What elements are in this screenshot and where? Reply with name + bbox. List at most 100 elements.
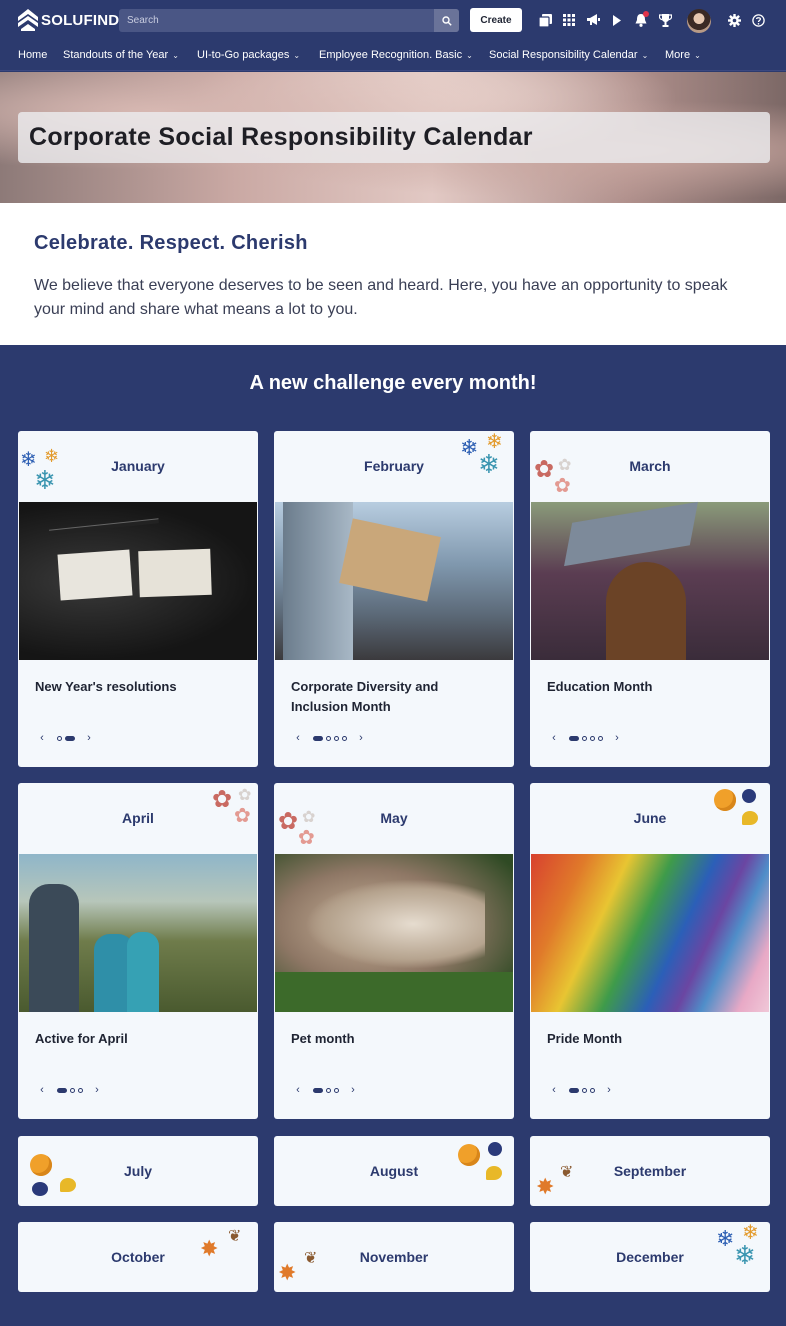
- chevron-left-icon[interactable]: ‹: [35, 1084, 49, 1096]
- month-card-may[interactable]: ✿ ✿ ✿ May Pet month ‹ ›: [274, 783, 514, 1119]
- carousel-dot[interactable]: [589, 735, 595, 741]
- chevron-down-icon: ⌄: [641, 51, 649, 60]
- carousel-dot[interactable]: [64, 735, 75, 741]
- section-title: A new challenge every month!: [249, 372, 537, 394]
- logo-text: SOLUFIND: [41, 11, 120, 29]
- month-card-september[interactable]: ✸ ❦ September: [530, 1136, 770, 1206]
- nav-item-employee-recognition[interactable]: Employee Recognition. Basic ⌄: [319, 49, 473, 61]
- card-title[interactable]: New Year's resolutions: [35, 677, 235, 697]
- nav-item-ui-to-go[interactable]: UI-to-Go packages ⌄: [197, 49, 300, 61]
- equality-diversity-photo: [275, 502, 513, 660]
- month-card-march[interactable]: ✿ ✿ ✿ March Education Month ‹ ›: [530, 431, 770, 767]
- carousel-dot[interactable]: [333, 735, 339, 741]
- nav-item-more[interactable]: More ⌄: [665, 49, 701, 61]
- month-card-august[interactable]: August: [274, 1136, 514, 1206]
- search-button[interactable]: [434, 9, 459, 32]
- month-label: February: [364, 458, 424, 474]
- chevron-down-icon: ⌄: [172, 51, 179, 60]
- carousel-dot[interactable]: [69, 1087, 75, 1093]
- carousel-dot[interactable]: [333, 1087, 339, 1093]
- chevron-right-icon[interactable]: ›: [602, 1084, 616, 1096]
- chevron-left-icon[interactable]: ‹: [291, 1084, 305, 1096]
- month-card-july[interactable]: July: [18, 1136, 258, 1206]
- user-avatar[interactable]: [687, 9, 711, 33]
- month-label: June: [633, 810, 667, 826]
- trophy-icon[interactable]: [657, 12, 673, 28]
- graduation-photo: [531, 501, 769, 660]
- carousel-dot[interactable]: [597, 735, 603, 741]
- month-card-december[interactable]: ❄ ❄ ❄ December: [530, 1222, 770, 1292]
- nav-item-home[interactable]: Home: [18, 49, 47, 61]
- gear-icon[interactable]: [726, 12, 742, 28]
- carousel-dot[interactable]: [312, 735, 323, 741]
- banner-title-box: Corporate Social Responsibility Calendar: [18, 112, 770, 163]
- logo-icon: [18, 9, 38, 31]
- chevron-left-icon[interactable]: ‹: [547, 1084, 561, 1096]
- chevron-down-icon: ⌄: [466, 51, 473, 60]
- hiking-photo: [19, 854, 257, 1012]
- pages-icon[interactable]: [537, 12, 553, 28]
- carousel-dot[interactable]: [56, 1087, 67, 1093]
- month-card-february[interactable]: ❄ ❄ ❄ February Corporate Diversity and I…: [274, 431, 514, 767]
- apps-grid-icon[interactable]: [561, 12, 577, 28]
- card-title[interactable]: Active for April: [35, 1029, 235, 1049]
- chevron-right-icon[interactable]: ›: [90, 1084, 104, 1096]
- month-label: December: [616, 1249, 684, 1265]
- month-card-april[interactable]: ✿ ✿ ✿ April Active for April ‹ ›: [18, 783, 258, 1119]
- help-icon[interactable]: [750, 12, 766, 28]
- chevron-left-icon[interactable]: ‹: [547, 732, 561, 744]
- carousel-pager: ‹ ›: [291, 1083, 360, 1097]
- carousel-dot[interactable]: [325, 735, 331, 741]
- logo[interactable]: SOLUFIND: [18, 9, 119, 31]
- carousel-pager: ‹ ›: [35, 731, 96, 745]
- carousel-dot[interactable]: [325, 1087, 331, 1093]
- month-card-november[interactable]: ✸ ❦ November: [274, 1222, 514, 1292]
- card-title[interactable]: Pet month: [291, 1029, 491, 1049]
- card-title[interactable]: Education Month: [547, 677, 747, 697]
- carousel-dot[interactable]: [589, 1087, 595, 1093]
- intro-section: Celebrate. Respect. Cherish We believe t…: [0, 203, 786, 345]
- month-card-october[interactable]: ✸ ❦ October: [18, 1222, 258, 1292]
- carousel-dot[interactable]: [568, 735, 579, 741]
- carousel-dot[interactable]: [56, 735, 62, 741]
- create-button[interactable]: Create: [470, 8, 522, 32]
- page-title: Corporate Social Responsibility Calendar: [29, 123, 533, 151]
- intro-heading: Celebrate. Respect. Cherish: [34, 232, 308, 254]
- month-label: May: [380, 810, 408, 826]
- search-icon: [441, 15, 452, 26]
- chevron-left-icon[interactable]: ‹: [35, 732, 49, 744]
- new-year-resolutions-photo: [19, 502, 257, 660]
- carousel-pager: ‹ ›: [35, 1083, 104, 1097]
- chevron-right-icon[interactable]: ›: [82, 732, 96, 744]
- play-icon[interactable]: [609, 12, 625, 28]
- month-label: July: [123, 1163, 152, 1179]
- card-title[interactable]: Corporate Diversity and Inclusion Month: [291, 677, 491, 717]
- month-card-june[interactable]: June Pride Month ‹ ›: [530, 783, 770, 1119]
- carousel-dot[interactable]: [581, 735, 587, 741]
- carousel-pager: ‹ ›: [547, 1083, 616, 1097]
- notification-badge: [643, 11, 649, 17]
- carousel-pager: ‹ ›: [291, 731, 368, 745]
- chevron-right-icon[interactable]: ›: [610, 732, 624, 744]
- carousel-dot[interactable]: [581, 1087, 587, 1093]
- carousel-dot[interactable]: [77, 1087, 83, 1093]
- month-label: September: [613, 1163, 687, 1179]
- carousel-pager: ‹ ›: [547, 731, 624, 745]
- carousel-dot[interactable]: [341, 735, 347, 741]
- main-nav: Home Standouts of the Year ⌄ UI-to-Go pac…: [0, 41, 786, 71]
- chevron-right-icon[interactable]: ›: [346, 1084, 360, 1096]
- carousel-dot[interactable]: [568, 1087, 579, 1093]
- nav-item-standouts[interactable]: Standouts of the Year ⌄: [63, 49, 179, 61]
- search-bar: [119, 9, 459, 32]
- chevron-right-icon[interactable]: ›: [354, 732, 368, 744]
- hero-banner: Corporate Social Responsibility Calendar: [0, 72, 786, 203]
- month-label: January: [111, 458, 165, 474]
- chevron-down-icon: ⌄: [293, 51, 301, 60]
- nav-item-social-calendar[interactable]: Social Responsibility Calendar ⌄: [489, 49, 648, 61]
- card-title[interactable]: Pride Month: [547, 1029, 747, 1049]
- search-input[interactable]: [119, 9, 434, 32]
- megaphone-icon[interactable]: [585, 12, 601, 28]
- month-card-january[interactable]: ❄ ❄ ❄ January New Year's resolutions ‹ ›: [18, 431, 258, 767]
- carousel-dot[interactable]: [312, 1087, 323, 1093]
- chevron-left-icon[interactable]: ‹: [291, 732, 305, 744]
